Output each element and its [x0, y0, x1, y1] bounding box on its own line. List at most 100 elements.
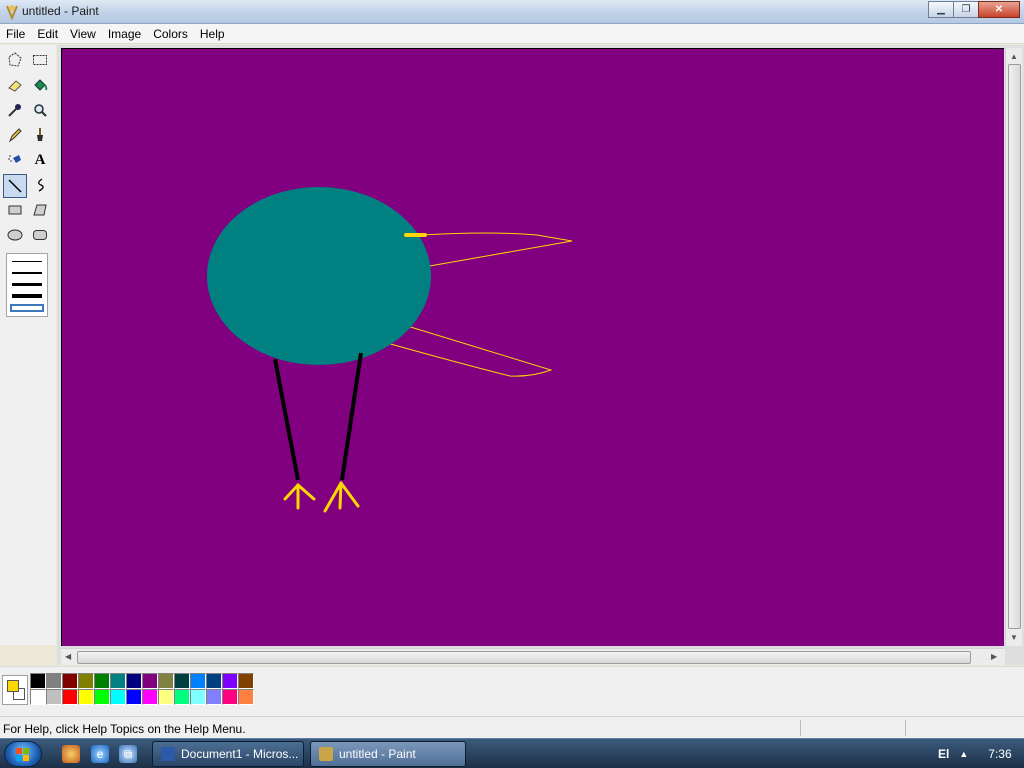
palette-swatch[interactable] — [158, 689, 174, 705]
tool-curve[interactable] — [28, 173, 52, 197]
tool-select[interactable] — [28, 48, 52, 72]
palette-swatch[interactable] — [94, 689, 110, 705]
palette-swatch[interactable] — [142, 673, 158, 689]
tool-pick-color[interactable] — [3, 98, 27, 122]
palette-swatch[interactable] — [30, 689, 46, 705]
paint-app-icon — [6, 5, 18, 20]
line-width-1[interactable] — [12, 261, 42, 262]
scroll-up-icon[interactable]: ▲ — [1010, 52, 1018, 61]
tool-rounded-rectangle[interactable] — [28, 223, 52, 247]
color-palette — [30, 673, 254, 705]
menu-edit[interactable]: Edit — [31, 24, 64, 43]
tray-expand-icon[interactable]: ▲ — [959, 749, 968, 759]
palette-swatch[interactable] — [222, 689, 238, 705]
tool-text[interactable]: A — [28, 148, 52, 172]
curve-icon — [38, 178, 44, 192]
switch-windows-icon[interactable]: ⧉ — [119, 745, 137, 763]
close-button[interactable]: ✕ — [978, 1, 1020, 18]
title-bar: untitled - Paint ▁ ❐ ✕ — [0, 0, 1024, 24]
menu-help[interactable]: Help — [194, 24, 231, 43]
paint-icon — [319, 747, 333, 761]
palette-swatch[interactable] — [62, 689, 78, 705]
menu-colors[interactable]: Colors — [147, 24, 194, 43]
taskbar-document1-button[interactable]: Document1 - Micros... — [152, 741, 304, 767]
vertical-scroll-thumb[interactable] — [1008, 64, 1021, 629]
taskbar: e ⧉ Document1 - Micros... untitled - Pai… — [0, 738, 1024, 768]
tool-ellipse[interactable] — [3, 223, 27, 247]
color-palette-area — [0, 666, 1024, 716]
minimize-button[interactable]: ▁ — [928, 1, 954, 18]
palette-swatch[interactable] — [110, 689, 126, 705]
palette-swatch[interactable] — [158, 673, 174, 689]
palette-swatch[interactable] — [126, 673, 142, 689]
drawing-canvas[interactable] — [61, 48, 1004, 646]
palette-swatch[interactable] — [62, 673, 78, 689]
palette-swatch[interactable] — [206, 689, 222, 705]
line-width-3[interactable] — [12, 283, 42, 286]
tool-airbrush[interactable] — [3, 148, 27, 172]
taskbar-document1-label: Document1 - Micros... — [181, 747, 299, 761]
foreground-color[interactable] — [7, 680, 19, 692]
internet-explorer-icon[interactable]: e — [91, 745, 109, 763]
horizontal-scrollbar[interactable]: ◀ ▶ — [61, 648, 1005, 665]
palette-swatch[interactable] — [78, 673, 94, 689]
menu-view[interactable]: View — [64, 24, 102, 43]
taskbar-paint-button[interactable]: untitled - Paint — [310, 741, 466, 767]
line-width-2[interactable] — [12, 272, 42, 274]
palette-swatch[interactable] — [30, 673, 46, 689]
tool-free-form-select[interactable] — [3, 48, 27, 72]
eyedropper-icon — [8, 104, 21, 117]
tool-brush[interactable] — [28, 123, 52, 147]
palette-swatch[interactable] — [222, 673, 238, 689]
windows-logo-icon — [16, 748, 29, 761]
tool-eraser[interactable] — [3, 73, 27, 97]
line-width-5-selected[interactable] — [10, 304, 44, 312]
tool-pencil[interactable] — [3, 123, 27, 147]
scroll-left-icon[interactable]: ◀ — [65, 652, 71, 661]
restore-button[interactable]: ❐ — [953, 1, 979, 18]
window-controls: ▁ ❐ ✕ — [928, 1, 1020, 18]
palette-swatch[interactable] — [174, 673, 190, 689]
media-player-icon[interactable] — [62, 745, 80, 763]
horizontal-scroll-thumb[interactable] — [77, 651, 971, 664]
tool-line[interactable] — [3, 174, 27, 198]
palette-swatch[interactable] — [142, 689, 158, 705]
line-width-4[interactable] — [12, 294, 42, 298]
palette-swatch[interactable] — [174, 689, 190, 705]
status-message: For Help, click Help Topics on the Help … — [3, 722, 246, 736]
palette-swatch[interactable] — [110, 673, 126, 689]
language-indicator[interactable]: El — [938, 747, 949, 761]
window-title: untitled - Paint — [22, 4, 99, 18]
palette-swatch[interactable] — [46, 689, 62, 705]
status-bar: For Help, click Help Topics on the Help … — [0, 716, 1024, 738]
vertical-scrollbar[interactable]: ▲ ▼ — [1005, 48, 1022, 646]
scroll-right-icon[interactable]: ▶ — [991, 652, 997, 661]
line-icon — [8, 179, 22, 193]
left-foot — [283, 483, 316, 510]
status-cell-position — [800, 720, 801, 736]
clock[interactable]: 7:36 — [988, 747, 1011, 761]
menu-file[interactable]: File — [0, 24, 31, 43]
palette-swatch[interactable] — [126, 689, 142, 705]
palette-swatch[interactable] — [238, 689, 254, 705]
word-icon — [161, 747, 175, 761]
tool-rectangle[interactable] — [3, 198, 27, 222]
palette-swatch[interactable] — [46, 673, 62, 689]
palette-swatch[interactable] — [78, 689, 94, 705]
palette-swatch[interactable] — [206, 673, 222, 689]
close-icon: ✕ — [994, 4, 1004, 15]
start-button[interactable] — [4, 741, 42, 767]
tool-fill-with-color[interactable] — [28, 73, 52, 97]
palette-swatch[interactable] — [190, 673, 206, 689]
tool-polygon[interactable] — [28, 198, 52, 222]
canvas-drawing — [207, 187, 573, 513]
tool-magnifier[interactable] — [28, 98, 52, 122]
palette-swatch[interactable] — [238, 673, 254, 689]
upper-wing — [421, 232, 573, 268]
text-icon: A — [34, 151, 46, 168]
scroll-down-icon[interactable]: ▼ — [1010, 633, 1018, 642]
menu-image[interactable]: Image — [102, 24, 147, 43]
left-leg — [273, 358, 300, 481]
palette-swatch[interactable] — [190, 689, 206, 705]
palette-swatch[interactable] — [94, 673, 110, 689]
